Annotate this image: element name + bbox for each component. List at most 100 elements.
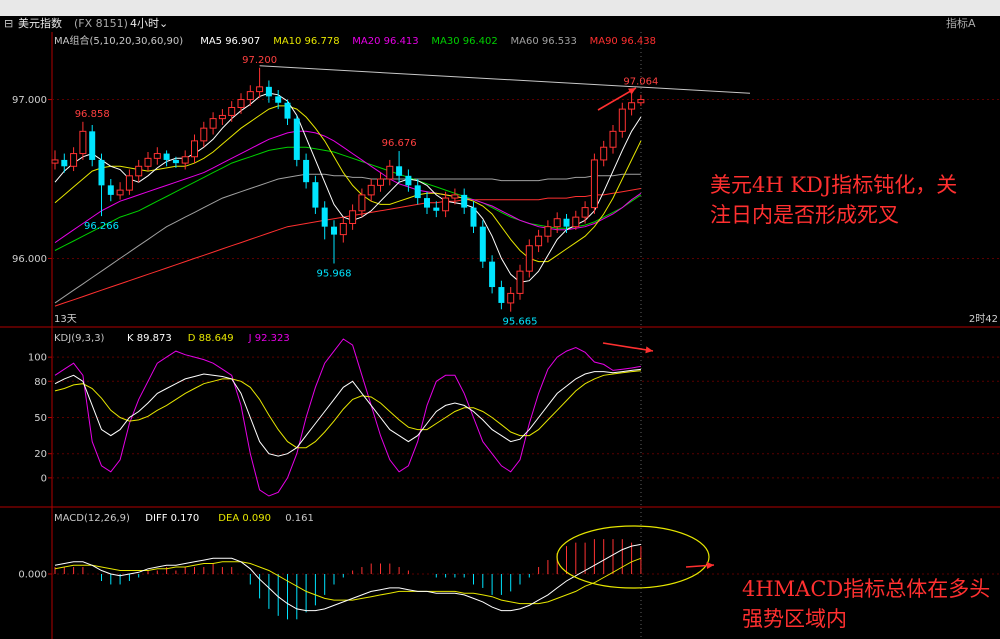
ma5-line xyxy=(54,92,642,283)
candle-body-down xyxy=(312,182,319,208)
time-label-right: 2时42 xyxy=(969,313,998,325)
time-label-left: 13天 xyxy=(54,314,77,325)
candle-body-down xyxy=(89,131,96,160)
candle-body-down xyxy=(405,175,412,186)
candle-body-up xyxy=(349,210,357,224)
kdj-tick-label: 80 xyxy=(34,377,47,388)
candle-body-up xyxy=(377,178,384,186)
candle-body-down xyxy=(479,226,486,262)
candle-body-down xyxy=(414,185,421,199)
macd-legend-item: MACD(12,26,9) xyxy=(54,513,130,524)
price-extreme-label: 96.266 xyxy=(84,221,119,232)
candle-body-up xyxy=(516,270,524,294)
candle-body-up xyxy=(572,216,580,228)
macd-dea-line xyxy=(54,557,642,605)
kdj-legend-item: KDJ(9,3,3) xyxy=(54,333,105,344)
candle-body-down xyxy=(275,96,282,103)
candle-body-up xyxy=(581,207,589,218)
candle-body-up xyxy=(135,165,143,177)
candle-body-up xyxy=(79,130,87,155)
candle-body-down xyxy=(489,261,496,288)
kdj-tick-label: 50 xyxy=(34,413,47,424)
candle-body-up xyxy=(218,114,226,120)
candle-body-up xyxy=(507,292,515,304)
candle-body-up xyxy=(191,140,198,158)
macd-legend-item: DEA 0.090 xyxy=(218,513,271,524)
macd-annotation: 4HMACD指标总体在多头 强势区域内 xyxy=(742,577,991,631)
candle-body-down xyxy=(461,194,468,208)
candle-body-down xyxy=(163,153,170,160)
candle-body-up xyxy=(525,245,533,272)
price-tick-label: 97.000 xyxy=(12,95,47,106)
kdj-d-line xyxy=(54,370,641,449)
candle-body-up xyxy=(228,107,236,116)
candle-body-down xyxy=(172,159,179,164)
ma30-line xyxy=(54,146,642,251)
price-extreme-label: 97.064 xyxy=(623,76,658,87)
candle-body-up xyxy=(200,127,208,142)
candle-body-down xyxy=(331,226,337,235)
candle-body-up xyxy=(442,197,450,212)
candle-body-down xyxy=(284,102,291,119)
candle-body-down xyxy=(98,159,105,186)
candle-body-up xyxy=(153,153,161,159)
candle-body-down xyxy=(321,207,328,227)
price-extreme-label: 97.200 xyxy=(242,55,277,66)
candle-body-down xyxy=(470,207,477,227)
candle-body-down xyxy=(293,118,300,160)
kdj-tick-label: 0 xyxy=(41,473,47,484)
candle-body-up xyxy=(144,157,152,167)
kdj-arrow xyxy=(602,342,654,352)
kdj-arrow-head xyxy=(645,346,653,354)
price-extreme-label: 95.968 xyxy=(317,269,352,280)
candle-body-up xyxy=(628,102,636,110)
candle-body-up xyxy=(237,99,245,109)
candle-body-up xyxy=(609,130,617,148)
candle-body-up xyxy=(209,118,217,129)
candle-body-up xyxy=(125,175,133,191)
candle-body-up xyxy=(116,189,124,196)
kdj-legend-item: J 92.323 xyxy=(248,333,290,344)
candle-body-up xyxy=(70,153,78,167)
ma20-line xyxy=(54,130,642,244)
candle-body-down xyxy=(265,86,272,97)
macd-diff-line xyxy=(54,543,641,612)
candle-body-up xyxy=(590,159,598,209)
macd-legend-item: DIFF 0.170 xyxy=(145,513,199,524)
candle-body-up xyxy=(339,222,347,236)
main-legend-item: MA组合(5,10,20,30,60,90) xyxy=(54,34,183,47)
candle-body-down xyxy=(563,218,570,227)
main-legend-item: MA30 96.402 xyxy=(431,36,497,47)
candle-body-up xyxy=(600,146,608,161)
main-legend-item: MA90 96.438 xyxy=(590,36,656,47)
kdj-tick-label: 100 xyxy=(28,353,47,364)
candle-body-up xyxy=(386,165,394,180)
candle-body-down xyxy=(303,159,310,183)
candle-body-down xyxy=(498,287,505,303)
main-legend-item: MA20 96.413 xyxy=(352,36,418,47)
candle-body-up xyxy=(246,91,254,101)
candle-body-up xyxy=(181,156,189,164)
main-legend-item: MA5 96.907 xyxy=(200,36,260,47)
candle-body-up xyxy=(637,99,645,104)
candle-body-up xyxy=(544,226,552,237)
candle-body-up xyxy=(367,184,375,196)
candle-body-down xyxy=(424,198,430,208)
kdj-legend-item: K 89.873 xyxy=(127,333,172,344)
kdj-tick-label: 20 xyxy=(34,449,47,460)
price-extreme-label: 96.858 xyxy=(75,109,110,120)
kdj-legend-item: D 88.649 xyxy=(188,333,234,344)
price-extreme-label: 95.665 xyxy=(503,317,538,328)
macd-tick-label: 0.000 xyxy=(18,570,47,581)
candle-body-up xyxy=(451,194,459,199)
price-extreme-label: 96.676 xyxy=(382,138,417,149)
candle-body-down xyxy=(107,185,114,195)
macd-arrow-head xyxy=(706,562,714,569)
macd-legend-item: 0.161 xyxy=(285,513,314,524)
resistance-trendline xyxy=(259,65,751,94)
candle-body-up xyxy=(358,194,366,212)
candle-body-down xyxy=(396,166,403,176)
candle-body-up xyxy=(618,108,626,132)
candle-body-up xyxy=(553,218,561,228)
macd-highlight-ellipse xyxy=(556,525,710,589)
